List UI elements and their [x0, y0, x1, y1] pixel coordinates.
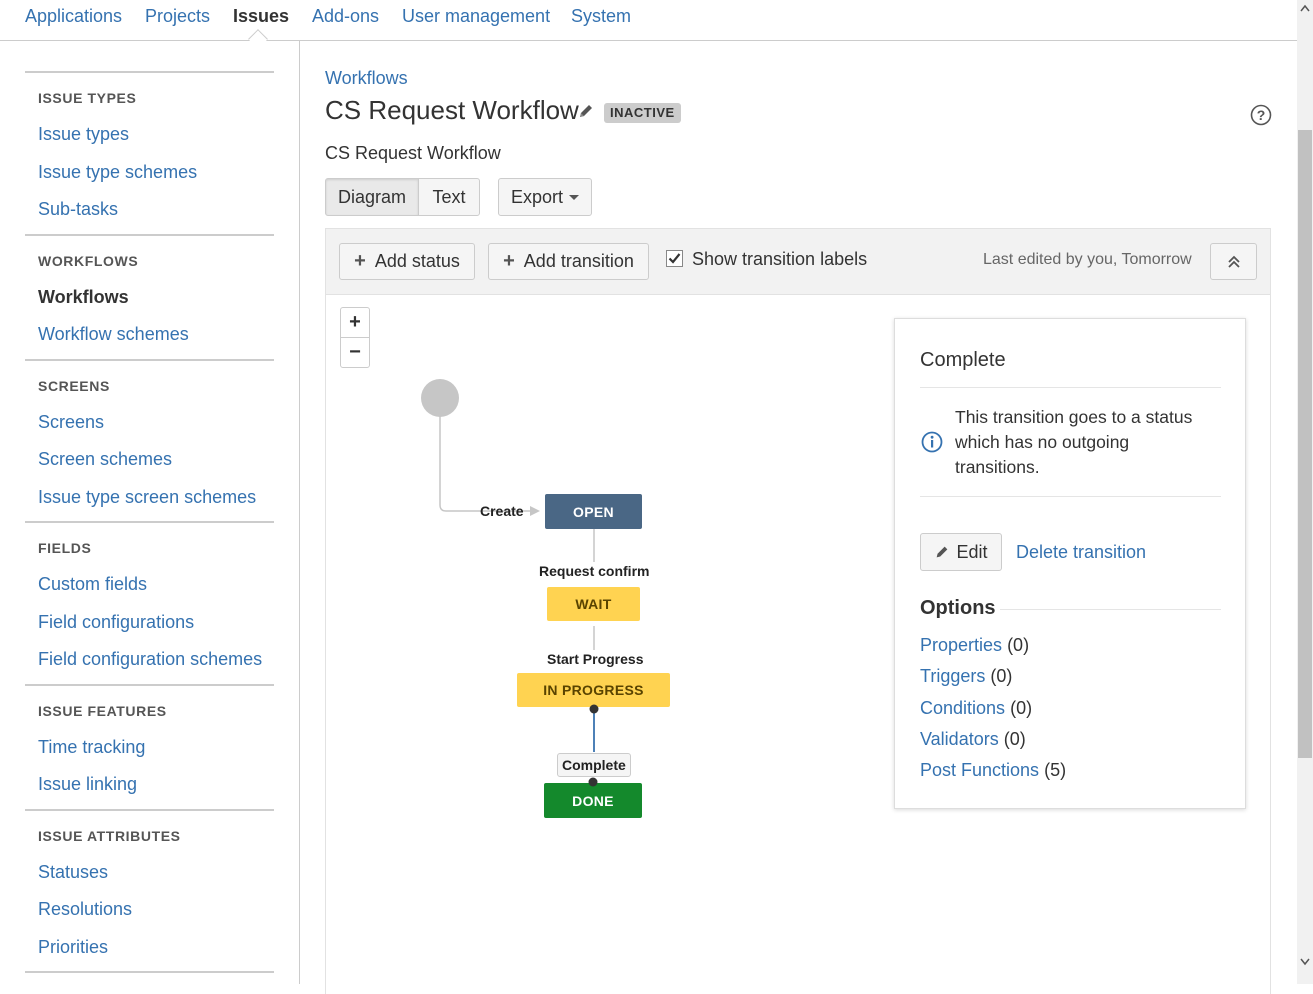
scroll-down-arrow-icon[interactable] — [1300, 958, 1310, 966]
page-scrollbar[interactable] — [1297, 0, 1313, 984]
triggers-count: (0) — [990, 666, 1013, 686]
delete-transition-link[interactable]: Delete transition — [1016, 542, 1146, 563]
scrollbar-thumb[interactable] — [1298, 130, 1312, 758]
validators-count: (0) — [1003, 729, 1026, 749]
triggers-link[interactable]: Triggers — [920, 666, 985, 686]
option-row-triggers: Triggers (0) — [920, 666, 1012, 687]
conditions-link[interactable]: Conditions — [920, 698, 1005, 718]
validators-link[interactable]: Validators — [920, 729, 999, 749]
properties-count: (0) — [1007, 635, 1030, 655]
transition-properties-panel: Complete This transition goes to a statu… — [894, 318, 1246, 809]
edit-transition-button[interactable]: Edit — [920, 533, 1002, 571]
panel-divider — [920, 387, 1221, 388]
option-row-validators: Validators (0) — [920, 729, 1026, 750]
post-functions-count: (5) — [1044, 760, 1067, 780]
panel-title: Complete — [920, 349, 1006, 371]
post-functions-link[interactable]: Post Functions — [920, 760, 1039, 780]
scroll-up-arrow-icon[interactable] — [1300, 4, 1310, 12]
options-divider — [1000, 609, 1221, 610]
panel-divider — [920, 496, 1221, 497]
conditions-count: (0) — [1010, 698, 1033, 718]
option-row-post-functions: Post Functions (5) — [920, 760, 1066, 781]
properties-link[interactable]: Properties — [920, 635, 1002, 655]
options-heading: Options — [920, 597, 996, 619]
edit-label: Edit — [956, 541, 988, 562]
option-row-properties: Properties (0) — [920, 635, 1029, 656]
pencil-icon — [937, 546, 948, 558]
option-row-conditions: Conditions (0) — [920, 698, 1032, 719]
panel-info-message: This transition goes to a status which h… — [955, 407, 1193, 477]
info-icon — [921, 431, 943, 458]
